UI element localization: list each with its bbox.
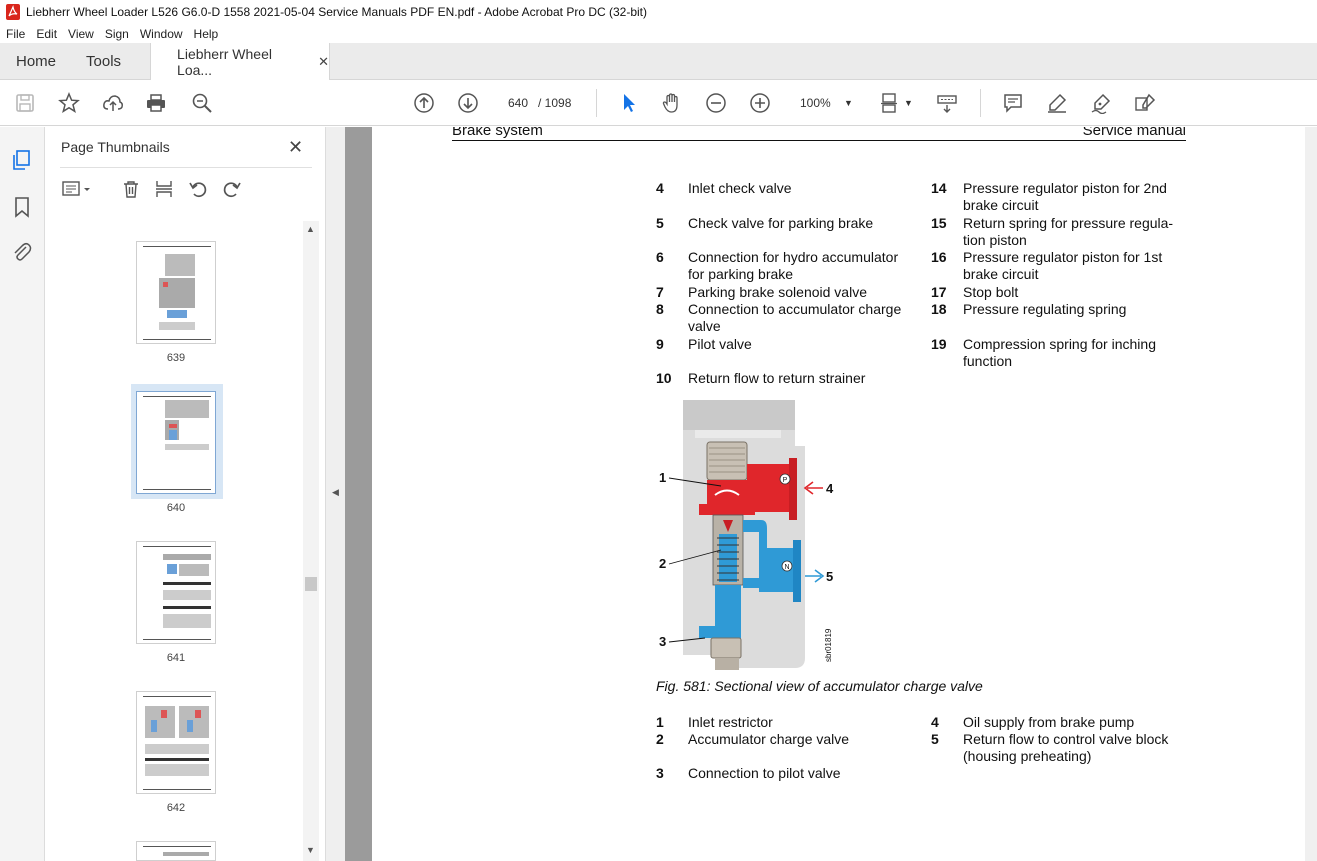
close-icon[interactable]: ✕ bbox=[318, 54, 329, 70]
port-p-label: P bbox=[783, 477, 788, 484]
tab-home[interactable]: Home bbox=[0, 43, 72, 79]
close-icon[interactable]: ✕ bbox=[288, 137, 303, 158]
select-cursor-icon[interactable] bbox=[617, 91, 641, 115]
star-icon[interactable] bbox=[57, 91, 81, 115]
zoom-search-icon[interactable] bbox=[190, 91, 214, 115]
tab-row: Home Tools Liebherr Wheel Loa... ✕ bbox=[0, 43, 1317, 81]
save-icon[interactable] bbox=[13, 91, 37, 115]
page-thumbnail-selected[interactable] bbox=[136, 391, 216, 494]
figure-code: sbr01819 bbox=[824, 628, 833, 662]
page-header: Brake system Service manual bbox=[452, 127, 1186, 141]
draw-sign-icon[interactable] bbox=[1089, 91, 1113, 115]
page-thumbnail[interactable] bbox=[136, 691, 216, 794]
thumbnail-page-number: 641 bbox=[166, 652, 186, 664]
page-thumbnails-icon[interactable] bbox=[11, 149, 33, 171]
accumulator-charge-valve-diagram: P N 1 2 3 4 5 sbr01819 bbox=[659, 400, 834, 670]
hand-tool-icon[interactable] bbox=[660, 91, 684, 115]
tab-document-label: Liebherr Wheel Loa... bbox=[177, 46, 272, 78]
panel-divider bbox=[60, 167, 312, 168]
callout-1: 1 bbox=[659, 470, 666, 485]
header-manual-title: Service manual bbox=[1082, 127, 1186, 139]
document-scrollbar[interactable] bbox=[1305, 127, 1317, 861]
port-n-label: N bbox=[784, 564, 789, 571]
page-up-icon[interactable] bbox=[412, 91, 436, 115]
zoom-level-select[interactable]: 100% bbox=[800, 96, 831, 110]
scroll-down-icon[interactable]: ▼ bbox=[306, 845, 315, 855]
thumbnail-page-number: 639 bbox=[166, 352, 186, 364]
zoom-out-icon[interactable] bbox=[704, 91, 728, 115]
window-title: Liebherr Wheel Loader L526 G6.0-D 1558 2… bbox=[26, 5, 647, 19]
acrobat-icon bbox=[6, 4, 20, 20]
toolbar-divider bbox=[980, 89, 981, 117]
zoom-in-icon[interactable] bbox=[748, 91, 772, 115]
callout-5: 5 bbox=[826, 569, 833, 584]
page-count: / 1098 bbox=[538, 96, 572, 110]
header-section-title: Brake system bbox=[452, 127, 543, 139]
fit-page-icon[interactable] bbox=[878, 91, 902, 115]
callout-3: 3 bbox=[659, 634, 666, 649]
tab-tools[interactable]: Tools bbox=[72, 43, 150, 79]
callout-2: 2 bbox=[659, 556, 666, 571]
thumbnail-options-icon[interactable] bbox=[61, 179, 90, 201]
document-canvas[interactable]: Brake system Service manual 4 Inlet check… bbox=[345, 127, 1317, 861]
menu-help[interactable]: Help bbox=[188, 27, 224, 41]
comment-icon[interactable] bbox=[1001, 91, 1025, 115]
page-thumbnail[interactable] bbox=[136, 541, 216, 644]
thumbnail-page-number: 640 bbox=[166, 502, 186, 514]
menu-view[interactable]: View bbox=[62, 27, 99, 41]
page-number-input[interactable]: 640 bbox=[500, 90, 536, 116]
menu-file[interactable]: File bbox=[0, 27, 30, 41]
chevron-down-icon[interactable]: ▼ bbox=[844, 98, 853, 108]
attachment-icon[interactable] bbox=[11, 241, 33, 263]
panel-splitter[interactable]: ◀ bbox=[325, 127, 345, 861]
thumbnail-scrollbar[interactable]: ▲ ▼ bbox=[303, 221, 319, 861]
toolbar-divider bbox=[596, 89, 597, 117]
keyboard-scroll-icon[interactable] bbox=[935, 91, 959, 115]
fill-sign-icon[interactable] bbox=[1133, 91, 1157, 115]
scroll-up-icon[interactable]: ▲ bbox=[306, 224, 315, 234]
collapse-panel-icon[interactable]: ◀ bbox=[332, 487, 339, 498]
print-icon[interactable] bbox=[144, 91, 168, 115]
panel-title: Page Thumbnails bbox=[61, 139, 170, 155]
bookmark-icon[interactable] bbox=[11, 196, 33, 218]
page-thumbnails-panel: Page Thumbnails ✕ 639 640 641 642 ▲ ▼ bbox=[46, 127, 325, 861]
menu-bar: File Edit View Sign Window Help bbox=[0, 24, 1317, 43]
menu-window[interactable]: Window bbox=[134, 27, 188, 41]
page-thumbnail[interactable] bbox=[136, 241, 216, 344]
delete-icon[interactable] bbox=[121, 179, 143, 201]
cloud-upload-icon[interactable] bbox=[101, 91, 125, 115]
pdf-page: Brake system Service manual 4 Inlet check… bbox=[372, 127, 1306, 861]
highlight-pen-icon[interactable] bbox=[1045, 91, 1069, 115]
figure-caption: Fig. 581: Sectional view of accumulator … bbox=[656, 678, 983, 694]
callout-4: 4 bbox=[826, 481, 834, 496]
page-thumbnail[interactable] bbox=[136, 841, 216, 861]
thumbnail-page-number: 642 bbox=[166, 802, 186, 814]
scrollbar-thumb[interactable] bbox=[305, 577, 317, 591]
title-bar: Liebherr Wheel Loader L526 G6.0-D 1558 2… bbox=[0, 0, 1317, 24]
chevron-down-icon[interactable]: ▼ bbox=[904, 98, 913, 108]
page-down-icon[interactable] bbox=[456, 91, 480, 115]
rotate-right-icon[interactable] bbox=[222, 179, 244, 201]
tab-document[interactable]: Liebherr Wheel Loa... ✕ bbox=[150, 43, 331, 81]
rotate-left-icon[interactable] bbox=[188, 179, 210, 201]
extract-pages-icon[interactable] bbox=[154, 179, 176, 201]
menu-sign[interactable]: Sign bbox=[99, 27, 134, 41]
left-icon-rail bbox=[0, 127, 45, 861]
menu-edit[interactable]: Edit bbox=[30, 27, 62, 41]
